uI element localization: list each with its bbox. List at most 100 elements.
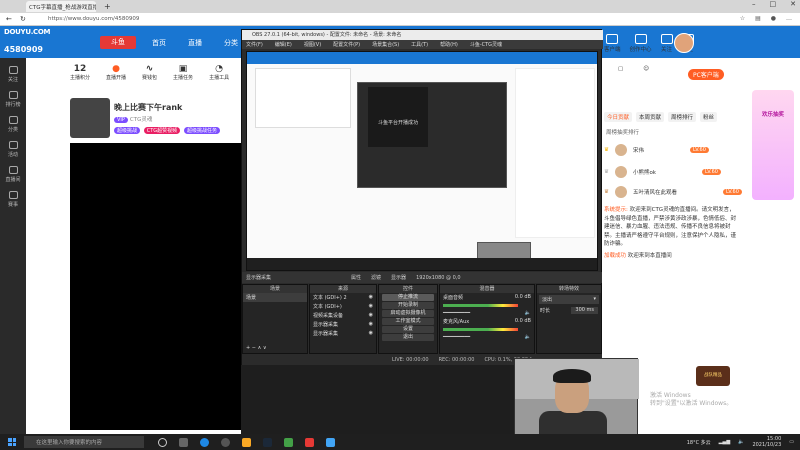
eye-icon[interactable]: ◉ bbox=[369, 312, 373, 319]
menu-icon[interactable]: … bbox=[786, 15, 792, 22]
stat-wallet[interactable]: ∿ 赛钱包 bbox=[142, 64, 157, 81]
source-item[interactable]: 文本 (GDI+) 2 ◉ bbox=[310, 293, 376, 302]
stat-live[interactable]: ● 直播开播 bbox=[106, 64, 126, 81]
speaker-icon[interactable]: 🔈 bbox=[525, 310, 531, 316]
source-item[interactable]: 显示器采集 ◉ bbox=[310, 329, 376, 338]
refresh-icon[interactable]: ↻ bbox=[20, 15, 26, 23]
obs-icon[interactable] bbox=[221, 437, 230, 447]
cortana-icon[interactable] bbox=[158, 437, 167, 447]
rank-row[interactable]: ♛ 五叶清风在此观看 LV.60 bbox=[604, 186, 742, 198]
eye-icon[interactable]: ◉ bbox=[369, 321, 373, 328]
store-icon[interactable] bbox=[305, 437, 314, 447]
user-avatar[interactable] bbox=[674, 33, 694, 53]
source-item[interactable]: 显示器采集 ◉ bbox=[310, 320, 376, 329]
stat-points[interactable]: 12 主播积分 bbox=[70, 64, 90, 81]
menu-scenes[interactable]: 场景集合(S) bbox=[372, 41, 399, 48]
edge-icon[interactable] bbox=[200, 437, 209, 447]
app-icon[interactable] bbox=[284, 437, 293, 447]
eye-icon[interactable]: ◉ bbox=[369, 330, 373, 337]
promo-banner[interactable]: 欢乐抽奖 bbox=[752, 90, 794, 200]
tab-today[interactable]: 今日贡献 bbox=[604, 112, 633, 122]
brand-logo[interactable]: 斗鱼 bbox=[100, 36, 136, 49]
network-icon[interactable]: ▂▄▆ bbox=[719, 439, 731, 445]
tab-fans[interactable]: 粉丝 bbox=[700, 112, 718, 122]
clock[interactable]: 15:00 2021/10/23 bbox=[752, 436, 781, 448]
display-select[interactable]: 显示器 bbox=[391, 274, 406, 281]
studio-mode-button[interactable]: 工作室模式 bbox=[382, 318, 434, 325]
duration-field[interactable]: 300 ms bbox=[571, 307, 598, 314]
menu-edit[interactable]: 编辑(E) bbox=[275, 41, 292, 48]
rank-row[interactable]: ♛ 小熊熊ok LV.60 bbox=[604, 166, 721, 178]
nav-home[interactable]: 首页 bbox=[152, 38, 166, 48]
speaker-icon[interactable]: 🔈 bbox=[525, 334, 531, 340]
volume-icon[interactable]: 🔈 bbox=[738, 439, 744, 445]
url-field[interactable]: https://www.douyu.com/4580909 bbox=[48, 16, 139, 22]
exit-button[interactable]: 退出 bbox=[382, 334, 434, 341]
move-down-icon[interactable]: ∨ bbox=[263, 345, 267, 351]
steam-icon[interactable] bbox=[263, 437, 272, 447]
tag-task[interactable]: 超级挑战任务 bbox=[183, 127, 220, 134]
tag-vip[interactable]: VIP bbox=[114, 117, 128, 123]
settings-button[interactable]: 设置 bbox=[382, 326, 434, 333]
notification-icon[interactable]: ▭ bbox=[789, 439, 794, 445]
filters-button[interactable]: 滤镜 bbox=[371, 274, 381, 281]
collections-icon[interactable]: ▤ bbox=[755, 15, 761, 22]
taskbar-search[interactable]: 在这里输入你要搜索的内容 bbox=[24, 436, 144, 448]
nav-category[interactable]: 分类 bbox=[224, 38, 238, 48]
weather[interactable]: 18°C 多云 bbox=[687, 439, 711, 446]
tag-challenge[interactable]: 超级挑战 bbox=[114, 127, 141, 134]
favorites-icon[interactable]: ☆ bbox=[740, 15, 745, 22]
eye-icon[interactable]: ◉ bbox=[369, 303, 373, 310]
profile-icon[interactable]: ● bbox=[771, 15, 776, 22]
eye-icon[interactable]: ◉ bbox=[369, 294, 373, 301]
back-icon[interactable]: ← bbox=[6, 15, 12, 23]
source-item[interactable]: 文本 (GDI+) ◉ bbox=[310, 302, 376, 311]
explorer-icon[interactable] bbox=[242, 437, 251, 447]
left-nav-activity[interactable]: 活动 bbox=[0, 141, 26, 158]
menu-douyu[interactable]: 斗鱼-CTG灵魂 bbox=[470, 41, 502, 48]
follow-button[interactable]: 关注 bbox=[660, 34, 673, 53]
resolution-select[interactable]: 1920x1080 @ 0,0 bbox=[416, 275, 461, 281]
minimize-icon[interactable]: – bbox=[752, 0, 756, 8]
client-button[interactable]: 客户端 bbox=[604, 34, 621, 53]
chat-app-icon[interactable] bbox=[326, 437, 335, 447]
emoji-icon[interactable]: ☺ bbox=[643, 66, 649, 72]
virtual-camera-button[interactable]: 启动虚拟摄像机 bbox=[382, 310, 434, 317]
obs-preview[interactable]: 斗鱼平台开播成功 bbox=[246, 51, 598, 271]
rank-row[interactable]: ♛ 宋伟 LV.60 bbox=[604, 144, 709, 156]
left-nav-room[interactable]: 直播间 bbox=[0, 166, 26, 183]
tab-weekly-rank[interactable]: 周榜排行 bbox=[668, 112, 697, 122]
tag-video[interactable]: CTG超赞视频 bbox=[143, 127, 181, 134]
task-view-icon[interactable] bbox=[179, 437, 188, 447]
volume-slider[interactable]: ━━━━━━━━━ 🔈 bbox=[440, 309, 534, 317]
menu-help[interactable]: 帮助(H) bbox=[440, 41, 458, 48]
remove-scene-icon[interactable]: − bbox=[252, 345, 256, 351]
start-recording-button[interactable]: 开始录制 bbox=[382, 302, 434, 309]
menu-view[interactable]: 视图(V) bbox=[304, 41, 321, 48]
maximize-icon[interactable]: □ bbox=[770, 0, 777, 8]
volume-slider[interactable]: ━━━━━━━━━ 🔈 bbox=[440, 333, 534, 341]
tab-week[interactable]: 本周贡献 bbox=[636, 112, 665, 122]
add-scene-icon[interactable]: + bbox=[246, 345, 250, 351]
stat-tasks[interactable]: ▣ 主播任务 bbox=[173, 64, 193, 81]
menu-tools[interactable]: 工具(T) bbox=[411, 41, 428, 48]
menu-profile[interactable]: 配置文件(P) bbox=[333, 41, 360, 48]
left-nav-esports[interactable]: 赛事 bbox=[0, 191, 26, 208]
streamer-name[interactable]: CTG灵魂 bbox=[130, 117, 152, 123]
video-player[interactable] bbox=[70, 143, 241, 430]
move-up-icon[interactable]: ∧ bbox=[258, 345, 262, 351]
stop-stream-button[interactable]: 停止推流 bbox=[382, 294, 434, 301]
start-icon[interactable] bbox=[8, 438, 16, 446]
new-tab-icon[interactable]: + bbox=[104, 2, 111, 11]
properties-button[interactable]: 属性 bbox=[351, 274, 361, 281]
browser-tab[interactable]: CTG字幕直播_枪战游戏直播_斗鱼 bbox=[26, 1, 96, 12]
streamer-avatar[interactable] bbox=[70, 98, 110, 138]
source-item[interactable]: 视频采集设备 ◉ bbox=[310, 311, 376, 320]
close-icon[interactable]: ✕ bbox=[790, 0, 796, 8]
scene-item[interactable]: 场景 bbox=[243, 293, 307, 302]
menu-file[interactable]: 文件(F) bbox=[246, 41, 263, 48]
stat-tools[interactable]: ◔ 主播工具 bbox=[209, 64, 229, 81]
transition-select[interactable]: 淡出 ▾ bbox=[539, 295, 599, 304]
left-nav-rank[interactable]: 排行榜 bbox=[0, 91, 26, 108]
creator-button[interactable]: 创作中心 bbox=[630, 34, 652, 53]
